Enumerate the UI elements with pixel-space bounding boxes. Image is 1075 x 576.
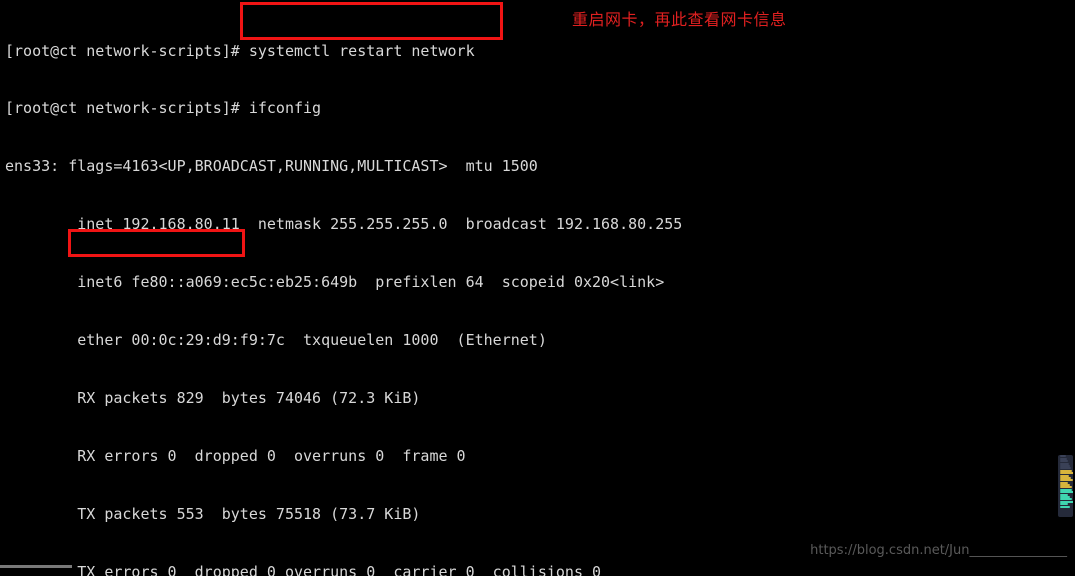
minimap-row	[1060, 472, 1073, 475]
terminal-line: inet6 fe80::a069:ec5c:eb25:649b prefixle…	[5, 273, 665, 292]
minimap-row	[1060, 460, 1069, 463]
terminal-output[interactable]: [root@ct network-scripts]# systemctl res…	[0, 0, 1075, 576]
terminal-line: ens33: flags=4163<UP,BROADCAST,RUNNING,M…	[5, 157, 538, 176]
minimap-row	[1060, 503, 1069, 506]
terminal-line: RX errors 0 dropped 0 overruns 0 frame 0	[5, 446, 466, 465]
terminal-line: ether 00:0c:29:d9:f9:7c txqueuelen 1000 …	[5, 331, 547, 350]
terminal-line: inet 192.168.80.11 netmask 255.255.255.0…	[5, 215, 683, 234]
minimap-row	[1060, 479, 1073, 482]
terminal-window: [root@ct network-scripts]# systemctl res…	[0, 0, 1075, 576]
minimap-row	[1060, 505, 1071, 508]
watermark-url: https://blog.csdn.net/Jun_______________	[810, 543, 1067, 558]
terminal-line: RX packets 829 bytes 74046 (72.3 KiB)	[5, 388, 421, 407]
terminal-line: TX packets 553 bytes 75518 (73.7 KiB)	[5, 504, 421, 523]
horizontal-scrollbar[interactable]	[0, 565, 72, 568]
terminal-line: TX errors 0 dropped 0 overruns 0 carrier…	[5, 562, 602, 576]
minimap-scrollbar[interactable]	[1058, 455, 1073, 517]
terminal-line: [root@ct network-scripts]# ifconfig	[5, 99, 322, 118]
minimap-row	[1060, 491, 1073, 494]
terminal-line: [root@ct network-scripts]# systemctl res…	[5, 41, 475, 60]
annotation-note: 重启网卡，再此查看网卡信息	[572, 10, 787, 29]
